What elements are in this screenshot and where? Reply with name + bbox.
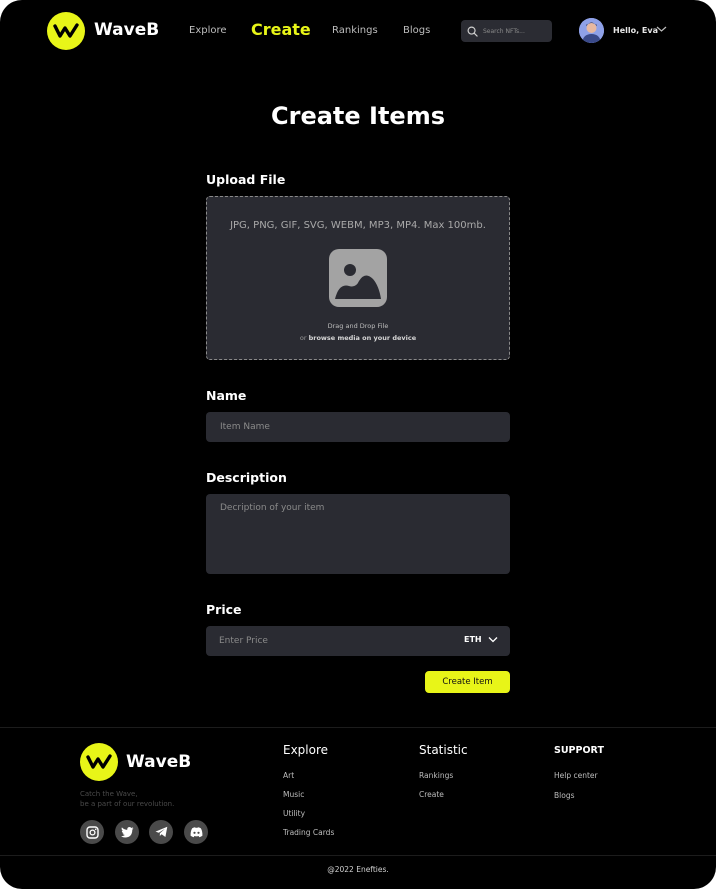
currency-value: ETH (464, 635, 482, 644)
description-label: Description (206, 470, 287, 485)
footer-divider (0, 727, 716, 728)
create-item-button[interactable]: Create Item (425, 671, 510, 693)
footer-link-art[interactable]: Art (283, 771, 294, 780)
discord-icon (190, 826, 202, 837)
telegram-button[interactable] (149, 820, 173, 844)
item-name-field[interactable] (206, 412, 510, 442)
twitter-icon (120, 826, 133, 837)
description-field[interactable] (206, 494, 510, 574)
telegram-icon (155, 826, 167, 837)
footer-link-music[interactable]: Music (283, 790, 304, 799)
page-title: Create Items (271, 102, 445, 130)
instagram-button[interactable] (80, 820, 104, 844)
footer-link-help-center[interactable]: Help center (554, 771, 598, 780)
currency-select[interactable]: ETH (464, 635, 498, 644)
wave-logo-icon (53, 23, 79, 38)
brand-name[interactable]: WaveB (94, 20, 159, 40)
avatar[interactable] (579, 18, 604, 43)
footer-bottom-divider (0, 855, 716, 856)
browse-media-link[interactable]: browse media on your device (309, 334, 417, 342)
footer-support-title: SUPPORT (554, 745, 604, 756)
upload-drag-text: Drag and Drop File (327, 322, 389, 330)
footer-link-rankings[interactable]: Rankings (419, 771, 453, 780)
chevron-down-icon (488, 637, 498, 643)
copyright-text: @2022 Enefties. (327, 865, 389, 874)
upload-or: or (299, 334, 307, 342)
upload-browse-text: or browse media on your device (207, 334, 509, 342)
instagram-icon (85, 825, 99, 839)
search-icon (467, 26, 478, 37)
search-box[interactable] (461, 20, 552, 42)
nav-rankings[interactable]: Rankings (332, 25, 378, 36)
upload-label: Upload File (206, 172, 286, 187)
footer-tagline-1: Catch the Wave, (80, 790, 138, 798)
footer-link-utility[interactable]: Utility (283, 809, 305, 818)
price-field-group: ETH (206, 626, 510, 656)
footer-link-trading-cards[interactable]: Trading Cards (283, 828, 334, 837)
footer-link-blogs[interactable]: Blogs (554, 791, 575, 800)
brand-logo[interactable] (47, 12, 85, 50)
upload-dropzone[interactable]: JPG, PNG, GIF, SVG, WEBM, MP3, MP4. Max … (206, 196, 510, 360)
name-label: Name (206, 388, 247, 403)
footer-link-create[interactable]: Create (419, 790, 444, 799)
search-input[interactable] (483, 27, 543, 35)
nav-explore[interactable]: Explore (189, 25, 227, 36)
page-frame: WaveB Explore Create Rankings Blogs Hell… (0, 0, 716, 889)
footer-tagline-2: be a part of our revolution. (80, 800, 175, 808)
twitter-button[interactable] (115, 820, 139, 844)
price-label: Price (206, 602, 242, 617)
nav-blogs[interactable]: Blogs (403, 25, 430, 36)
footer-brand-logo[interactable] (80, 743, 118, 781)
price-field[interactable] (206, 626, 436, 656)
user-greeting[interactable]: Hello, Eva (613, 26, 658, 35)
avatar-image (579, 18, 604, 43)
wave-logo-icon (86, 754, 112, 769)
upload-file-types: JPG, PNG, GIF, SVG, WEBM, MP3, MP4. Max … (230, 220, 486, 231)
image-placeholder-icon (329, 249, 387, 307)
footer-brand-name: WaveB (126, 752, 192, 772)
chevron-down-icon[interactable] (656, 25, 667, 33)
footer-explore-title: Explore (283, 743, 329, 757)
discord-button[interactable] (184, 820, 208, 844)
footer-statistic-title: Statistic (419, 743, 468, 757)
nav-create[interactable]: Create (251, 20, 311, 39)
top-navigation: WaveB Explore Create Rankings Blogs Hell… (0, 0, 716, 62)
